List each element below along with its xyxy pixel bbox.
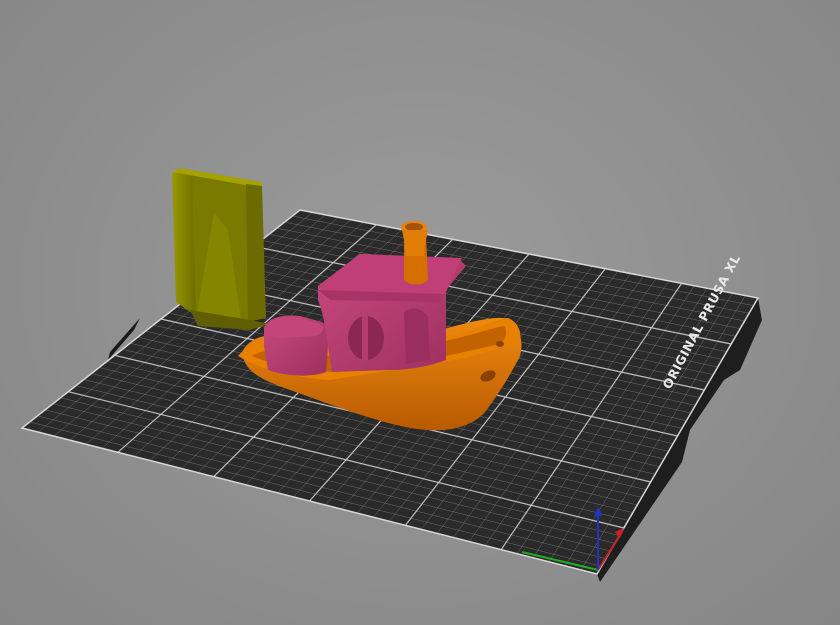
scene-canvas[interactable]: ORIGINAL PRUSA XL [0, 0, 840, 625]
benchy-cabin-doorway [404, 308, 430, 364]
3d-viewport[interactable]: ORIGINAL PRUSA XL [0, 0, 840, 625]
wipe-tower-front [172, 172, 196, 316]
wipe-tower[interactable] [172, 168, 270, 330]
benchy-chimney-opening [405, 223, 423, 231]
benchy-bow-hole [496, 341, 504, 347]
wipe-tower-right-face [246, 184, 266, 322]
benchy-window-frame [362, 316, 368, 360]
benchy-chimney-neck [402, 230, 428, 256]
